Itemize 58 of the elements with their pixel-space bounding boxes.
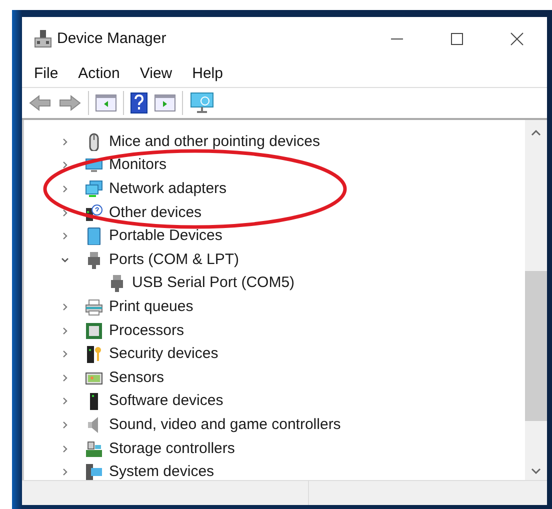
expand-chevron-icon[interactable] <box>61 468 69 476</box>
port-icon <box>108 274 126 292</box>
expand-chevron-icon[interactable] <box>61 444 69 453</box>
maximize-icon <box>450 32 464 46</box>
tree-item[interactable]: Mice and other pointing devices <box>109 134 320 150</box>
device-icon <box>34 28 52 48</box>
storage-icon <box>85 440 103 458</box>
collapse-chevron-icon[interactable] <box>61 256 69 264</box>
tree-item[interactable]: Monitors <box>109 157 167 174</box>
tree-item[interactable]: Print queues <box>109 298 194 315</box>
expand-chevron-icon[interactable] <box>61 350 69 358</box>
monitor-icon[interactable] <box>189 92 215 114</box>
computer-icon <box>85 463 103 480</box>
expand-chevron-icon[interactable] <box>61 420 69 429</box>
key-device-icon <box>85 345 103 364</box>
forward-arrow-icon[interactable] <box>58 93 82 113</box>
expand-chevron-icon[interactable] <box>61 302 69 311</box>
menu-item[interactable]: Help <box>192 65 223 82</box>
expand-chevron-icon[interactable] <box>61 397 69 406</box>
expand-chevron-icon[interactable] <box>61 161 69 170</box>
window-title: Device Manager <box>57 30 166 47</box>
tree-item[interactable]: Sound, video and game controllers <box>109 416 341 433</box>
panel-icon[interactable] <box>154 93 176 113</box>
expand-chevron-icon[interactable] <box>61 326 69 335</box>
expand-chevron-icon[interactable] <box>61 138 69 146</box>
expand-chevron-icon[interactable] <box>61 184 69 193</box>
back-arrow-icon[interactable] <box>28 93 52 113</box>
tree-item[interactable]: Storage controllers <box>109 440 235 457</box>
scroll-thumb[interactable] <box>525 271 547 421</box>
tree-item[interactable]: Ports (COM & LPT) <box>109 252 240 268</box>
tree-item[interactable]: Processors <box>109 322 184 339</box>
tablet-icon <box>85 227 103 246</box>
tree-item[interactable]: Network adapters <box>109 180 227 197</box>
tree-item[interactable]: USB Serial Port (COM5) <box>132 275 295 292</box>
question-device-icon <box>85 204 103 222</box>
tree-item[interactable]: System devices <box>109 464 214 480</box>
expand-chevron-icon[interactable] <box>61 232 69 240</box>
menu-item[interactable]: View <box>140 65 172 82</box>
close-icon <box>510 32 524 46</box>
tree-item[interactable]: Sensors <box>109 370 164 386</box>
panel-icon[interactable] <box>95 93 117 113</box>
menu-item[interactable]: Action <box>78 65 120 82</box>
minimize-icon <box>391 38 403 40</box>
help-icon[interactable] <box>130 92 148 114</box>
expand-chevron-icon[interactable] <box>61 374 69 382</box>
scroll-down-icon[interactable] <box>531 468 541 474</box>
port-icon <box>85 250 103 269</box>
scroll-up-icon[interactable] <box>531 130 541 136</box>
tree-item[interactable]: Portable Devices <box>109 228 222 244</box>
tree-item[interactable]: Software devices <box>109 393 224 410</box>
network-icon <box>85 180 103 198</box>
scrollbar[interactable] <box>525 120 547 480</box>
tree-item[interactable]: Other devices <box>109 204 202 221</box>
chip-icon <box>85 322 103 340</box>
printer-icon <box>85 298 103 316</box>
menu-item[interactable]: File <box>34 65 58 82</box>
tree-item[interactable]: Security devices <box>109 346 218 362</box>
expand-chevron-icon[interactable] <box>61 208 69 217</box>
